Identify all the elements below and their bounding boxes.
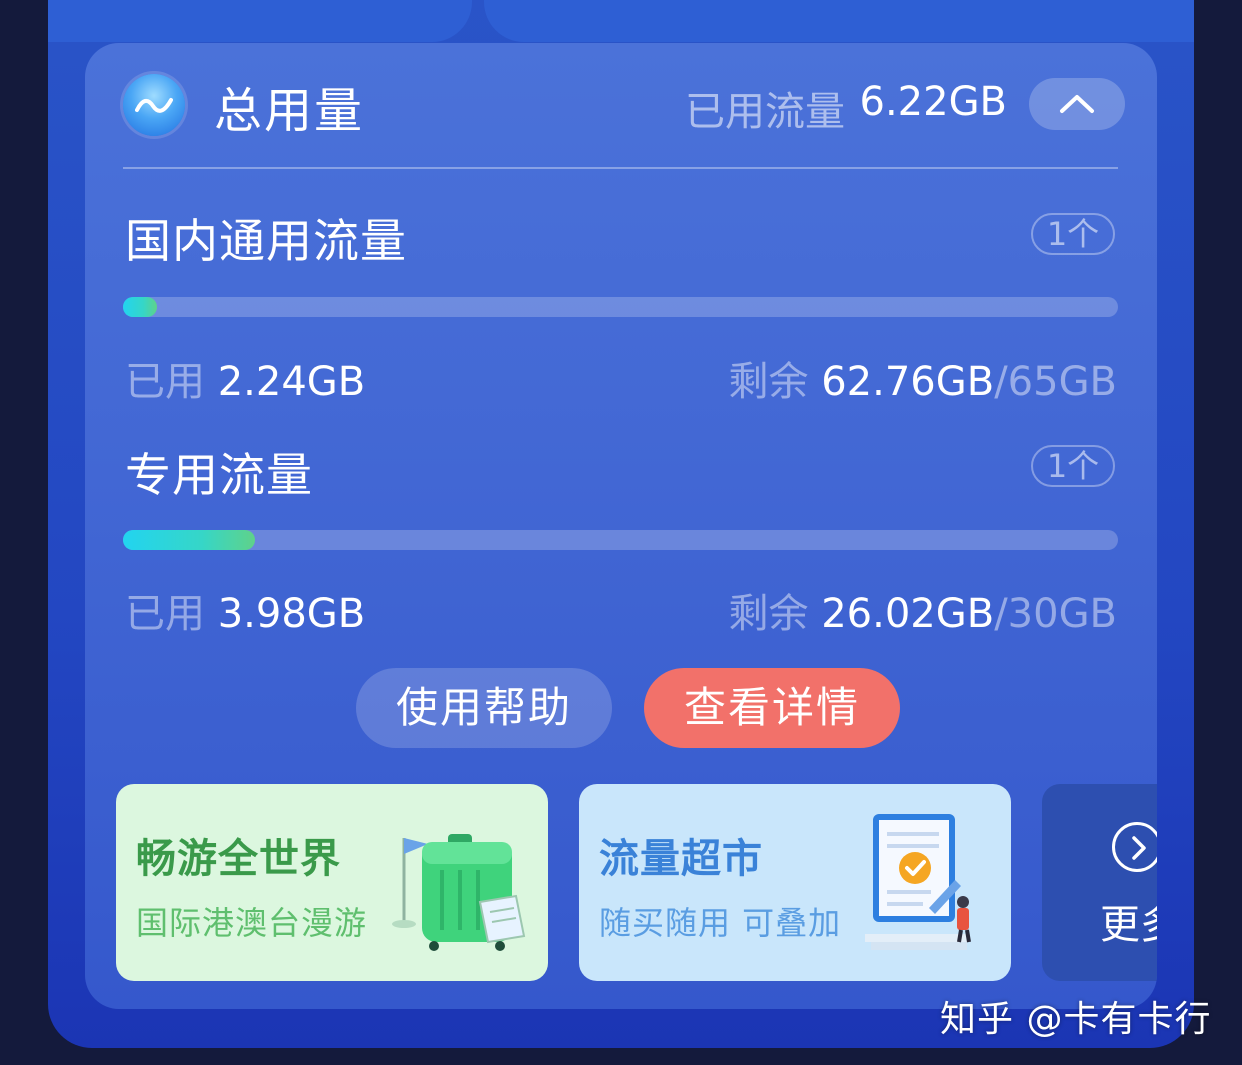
promo-more-card[interactable]: 更多 (1042, 784, 1157, 981)
promo-roaming-title: 畅游全世界 (136, 836, 341, 882)
remaining-value: 62.76GB (821, 359, 995, 405)
remaining-stat-domestic: 剩余 62.76GB/65GB (729, 349, 1117, 407)
tab-shape-left (48, 0, 472, 42)
more-label: 更多 (1100, 902, 1157, 948)
used-label: 已用 (125, 359, 205, 405)
used-stat-dedicated: 已用 3.98GB (125, 581, 365, 639)
used-label: 已用 (125, 591, 205, 637)
section-title-dedicated: 专用流量 (125, 448, 313, 502)
section-title-domestic: 国内通用流量 (125, 214, 407, 268)
progress-track-dedicated (123, 530, 1118, 550)
collapse-button[interactable] (1029, 78, 1125, 130)
progress-fill-domestic (123, 297, 158, 317)
count-badge-dedicated[interactable]: 1个 (1031, 445, 1115, 487)
count-badge-domestic[interactable]: 1个 (1031, 213, 1115, 255)
suitcase-icon (392, 834, 526, 951)
remaining-value: 26.02GB (821, 591, 995, 637)
remaining-stat-dedicated: 剩余 26.02GB/30GB (729, 581, 1117, 639)
tab-shape-right (484, 0, 1194, 42)
remaining-label: 剩余 (728, 591, 809, 637)
promo-roaming-card[interactable]: 畅游全世界 国际港澳台漫游 (116, 784, 548, 981)
progress-fill-dedicated (123, 530, 256, 550)
used-total-value: 6.22GB (859, 79, 1008, 125)
total-value: /65GB (994, 359, 1117, 405)
chevron-right-circle-icon (1112, 822, 1157, 872)
help-button[interactable]: 使用帮助 (356, 668, 612, 748)
used-value: 2.24GB (217, 359, 366, 405)
chevron-up-icon (1060, 95, 1094, 113)
header-divider (123, 167, 1118, 169)
view-details-button[interactable]: 查看详情 (644, 668, 900, 748)
watermark-text: 知乎 @卡有卡行 (940, 999, 1212, 1040)
wave-logo-icon (123, 74, 185, 136)
used-stat-domestic: 已用 2.24GB (125, 349, 365, 407)
promo-data-market-card[interactable]: 流量超市 随买随用 可叠加 (579, 784, 1011, 981)
promo-market-subtitle: 随买随用 可叠加 (599, 904, 842, 942)
promo-roaming-subtitle: 国际港澳台漫游 (136, 904, 368, 942)
total-value: /30GB (994, 591, 1117, 637)
remaining-label: 剩余 (728, 359, 809, 405)
promo-market-title: 流量超市 (599, 836, 763, 882)
used-value: 3.98GB (217, 591, 366, 637)
used-total-label: 已用流量 (685, 89, 845, 135)
document-check-icon (865, 814, 971, 950)
usage-card: 总用量 已用流量 6.22GB 国内通用流量 1个 已用 2.24GB 剩余 6… (85, 43, 1157, 1009)
total-usage-title: 总用量 (214, 83, 365, 139)
progress-track-domestic (123, 297, 1118, 317)
